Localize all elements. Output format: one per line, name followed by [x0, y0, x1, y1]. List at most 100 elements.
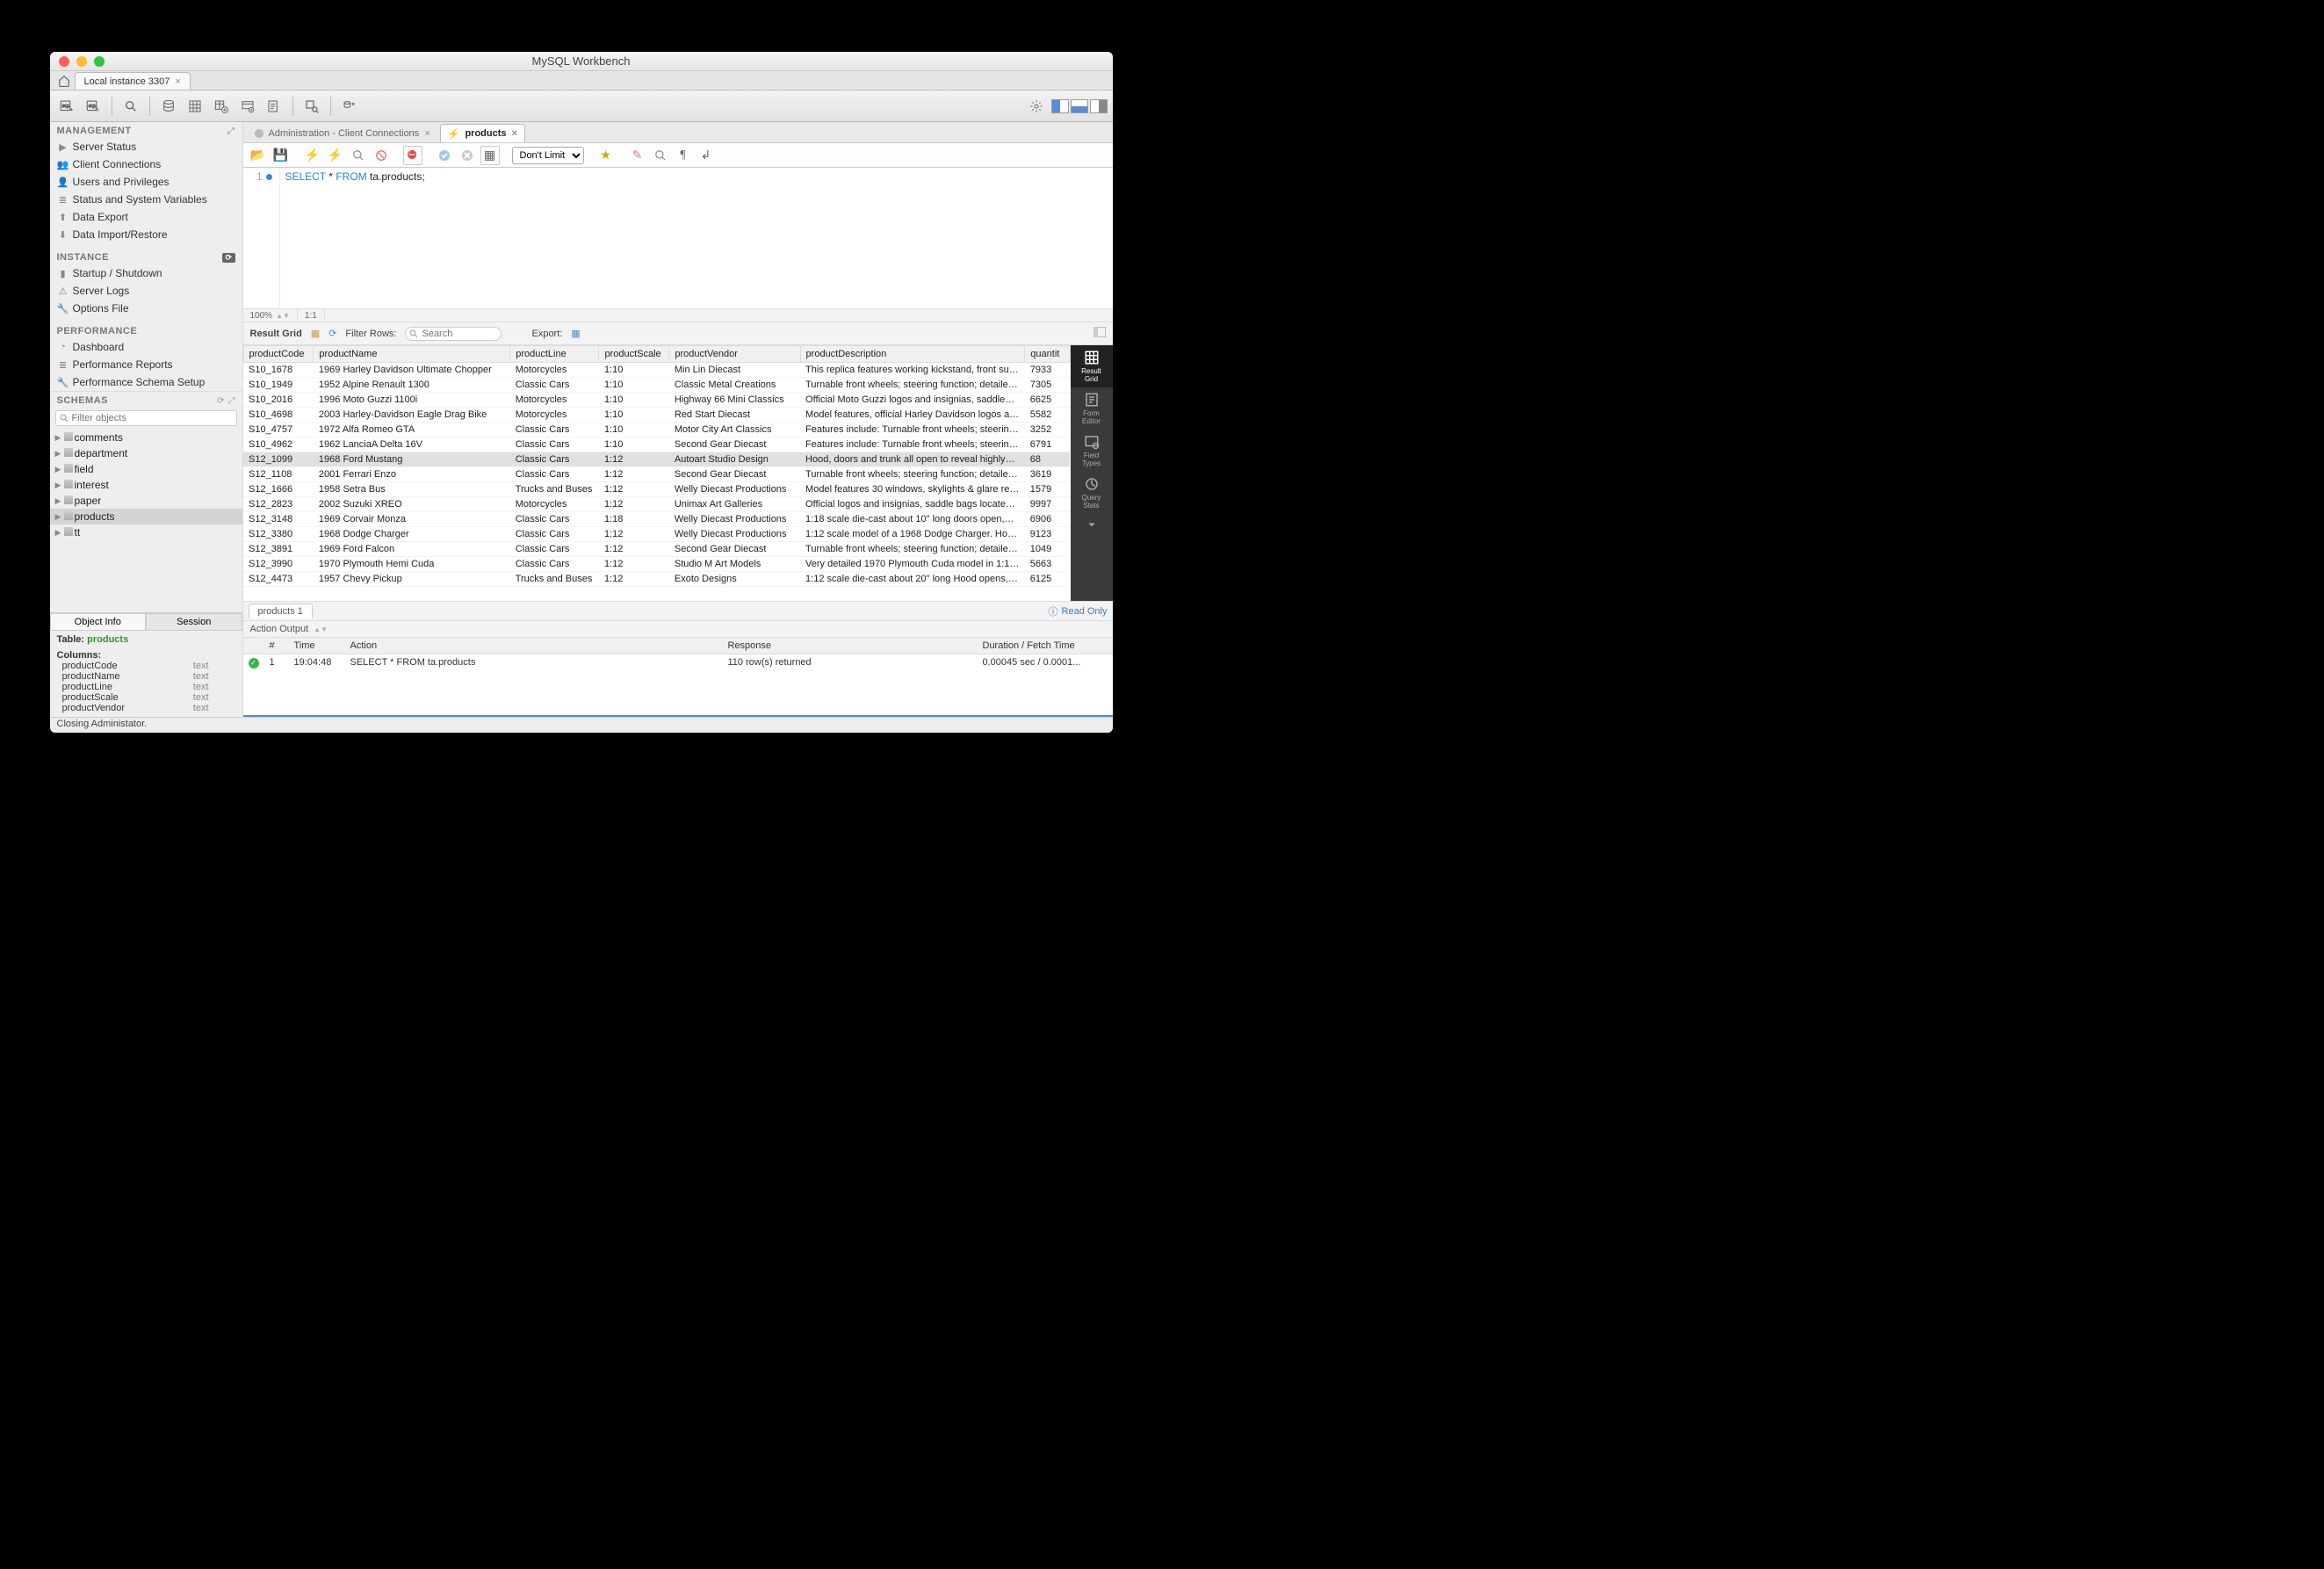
editor-code[interactable]: SELECT * FROM ta.products; — [280, 168, 430, 308]
grid-cell[interactable]: Features include: Turnable front wheels;… — [800, 437, 1025, 452]
grid-cell[interactable]: Trucks and Buses — [510, 572, 599, 587]
disclosure-icon[interactable]: ▶ — [55, 449, 61, 459]
grid-cell[interactable]: Classic Cars — [510, 527, 599, 542]
grid-cell[interactable]: S10_1678 — [243, 363, 314, 378]
grid-cell[interactable]: 7305 — [1025, 378, 1070, 393]
grid-cell[interactable]: 1:12 — [599, 557, 669, 572]
nav-item[interactable]: 🔧Performance Schema Setup — [50, 373, 242, 391]
grid-cell[interactable]: 1957 Chevy Pickup — [314, 572, 510, 587]
grid-cell[interactable]: 1958 Setra Bus — [314, 482, 510, 497]
grid-cell[interactable]: Official Moto Guzzi logos and insignias,… — [800, 393, 1025, 408]
grid-cell[interactable]: 1:18 scale die-cast about 10" long doors… — [800, 512, 1025, 527]
refresh-schemas-icon[interactable]: ⟳ — [217, 396, 224, 406]
result-tab-products1[interactable]: products 1 — [249, 604, 313, 618]
grid-cell[interactable]: 1996 Moto Guzzi 1100i — [314, 393, 510, 408]
execute-button[interactable]: ⚡ — [303, 146, 322, 165]
result-grid[interactable]: productCodeproductNameproductLineproduct… — [243, 345, 1071, 601]
grid-cell[interactable]: 1969 Corvair Monza — [314, 512, 510, 527]
grid-cell[interactable]: 1:10 — [599, 378, 669, 393]
grid-cell[interactable]: Classic Cars — [510, 557, 599, 572]
action-row[interactable]: ✓ 1 19:04:48 SELECT * FROM ta.products 1… — [243, 654, 1113, 671]
grid-cell[interactable]: S12_3148 — [243, 512, 314, 527]
action-output-table[interactable]: # Time Action Response Duration / Fetch … — [243, 638, 1113, 717]
disclosure-icon[interactable]: ▶ — [55, 512, 61, 522]
limit-select[interactable]: Don't Limit — [512, 147, 584, 164]
sidetab-form-editor[interactable]: Form Editor — [1071, 387, 1113, 430]
grid-cell[interactable]: 1:12 — [599, 482, 669, 497]
home-tab[interactable] — [54, 72, 75, 90]
grid-cell[interactable]: 1:12 — [599, 542, 669, 557]
grid-cell[interactable]: 1:10 — [599, 393, 669, 408]
grid-cell[interactable]: S10_4962 — [243, 437, 314, 452]
grid-cell[interactable]: 1:10 — [599, 408, 669, 423]
save-file-button[interactable]: 💾 — [271, 146, 291, 165]
grid-cell[interactable]: 1968 Dodge Charger — [314, 527, 510, 542]
grid-row[interactable]: S12_31481969 Corvair MonzaClassic Cars1:… — [243, 512, 1070, 527]
grid-cell[interactable]: Classic Cars — [510, 423, 599, 437]
grid-cell[interactable]: Turnable front wheels; steering function… — [800, 378, 1025, 393]
stop-button[interactable] — [372, 146, 391, 165]
grid-cell[interactable]: Welly Diecast Productions — [669, 512, 800, 527]
grid-cell[interactable]: 1972 Alfa Romeo GTA — [314, 423, 510, 437]
grid-cell[interactable]: Motorcycles — [510, 393, 599, 408]
toggle-limit-button[interactable]: ▦ — [480, 146, 500, 165]
wrap-button[interactable]: ↲ — [696, 146, 716, 165]
grid-cell[interactable]: 9123 — [1025, 527, 1070, 542]
search-db-button[interactable] — [300, 95, 323, 118]
nav-item[interactable]: ≣Performance Reports — [50, 356, 242, 373]
grid-row[interactable]: S12_44731957 Chevy PickupTrucks and Buse… — [243, 572, 1070, 587]
grid-cell[interactable]: 6625 — [1025, 393, 1070, 408]
grid-cell[interactable]: 1969 Harley Davidson Ultimate Chopper — [314, 363, 510, 378]
collapse-icon[interactable]: ⤢ — [227, 127, 235, 136]
grid-row[interactable]: S12_33801968 Dodge ChargerClassic Cars1:… — [243, 527, 1070, 542]
grid-cell[interactable]: Highway 66 Mini Classics — [669, 393, 800, 408]
grid-cell[interactable]: Hood, doors and trunk all open to reveal… — [800, 452, 1025, 467]
export-icon[interactable]: ▦ — [571, 328, 580, 339]
close-products-tab-icon[interactable]: × — [512, 128, 517, 139]
schema-tree[interactable]: ▶comments▶department▶field▶interest▶pape… — [50, 428, 242, 612]
grid-row[interactable]: S12_39901970 Plymouth Hemi CudaClassic C… — [243, 557, 1070, 572]
grid-cell[interactable]: S10_2016 — [243, 393, 314, 408]
sidetab-query-stats[interactable]: Query Stats — [1071, 472, 1113, 514]
grid-cell[interactable]: Very detailed 1970 Plymouth Cuda model i… — [800, 557, 1025, 572]
invisible-chars-button[interactable]: ¶ — [674, 146, 693, 165]
grid-cell[interactable]: Classic Cars — [510, 512, 599, 527]
inspector-button[interactable] — [119, 95, 142, 118]
grid-cell[interactable]: Classic Cars — [510, 378, 599, 393]
grid-row[interactable]: S10_47571972 Alfa Romeo GTAClassic Cars1… — [243, 423, 1070, 437]
grid-cell[interactable]: 1:12 — [599, 497, 669, 512]
sidetab-result-grid[interactable]: Result Grid — [1071, 345, 1113, 387]
grid-row[interactable]: S12_10991968 Ford MustangClassic Cars1:1… — [243, 452, 1070, 467]
grid-cell[interactable]: Welly Diecast Productions — [669, 482, 800, 497]
column-header[interactable]: productScale — [599, 346, 669, 363]
grid-cell[interactable]: 2002 Suzuki XREO — [314, 497, 510, 512]
grid-cell[interactable]: 1:12 — [599, 572, 669, 587]
schema-table-item[interactable]: ▶department — [50, 445, 242, 461]
grid-cell[interactable]: Classic Cars — [510, 437, 599, 452]
nav-item[interactable]: ▶Server Status — [50, 138, 242, 155]
schema-table-item[interactable]: ▶tt — [50, 524, 242, 540]
schema-table-item[interactable]: ▶products — [50, 509, 242, 524]
settings-button[interactable] — [1025, 95, 1048, 118]
grid-cell[interactable]: 7933 — [1025, 363, 1070, 378]
grid-cell[interactable]: Second Gear Diecast — [669, 467, 800, 482]
grid-cell[interactable]: S12_1108 — [243, 467, 314, 482]
grid-cell[interactable]: S12_3380 — [243, 527, 314, 542]
sidetab-field-types[interactable]: Field Types — [1071, 430, 1113, 472]
grid-cell[interactable]: 3619 — [1025, 467, 1070, 482]
schema-filter-input[interactable] — [55, 410, 237, 426]
grid-cell[interactable]: Official logos and insignias, saddle bag… — [800, 497, 1025, 512]
grid-row[interactable]: S12_28232002 Suzuki XREOMotorcycles1:12U… — [243, 497, 1070, 512]
grid-cell[interactable]: 1968 Ford Mustang — [314, 452, 510, 467]
grid-cell[interactable]: 9997 — [1025, 497, 1070, 512]
grid-cell[interactable]: 1:12 — [599, 452, 669, 467]
grid-cell[interactable]: S10_1949 — [243, 378, 314, 393]
grid-cell[interactable]: Motorcycles — [510, 497, 599, 512]
column-header[interactable]: productLine — [510, 346, 599, 363]
grid-cell[interactable]: Welly Diecast Productions — [669, 527, 800, 542]
grid-cell[interactable]: Classic Cars — [510, 542, 599, 557]
grid-cell[interactable]: S10_4757 — [243, 423, 314, 437]
open-sql-button[interactable]: SQL — [82, 95, 105, 118]
grid-cell[interactable]: Second Gear Diecast — [669, 542, 800, 557]
grid-cell[interactable]: 1:18 — [599, 512, 669, 527]
